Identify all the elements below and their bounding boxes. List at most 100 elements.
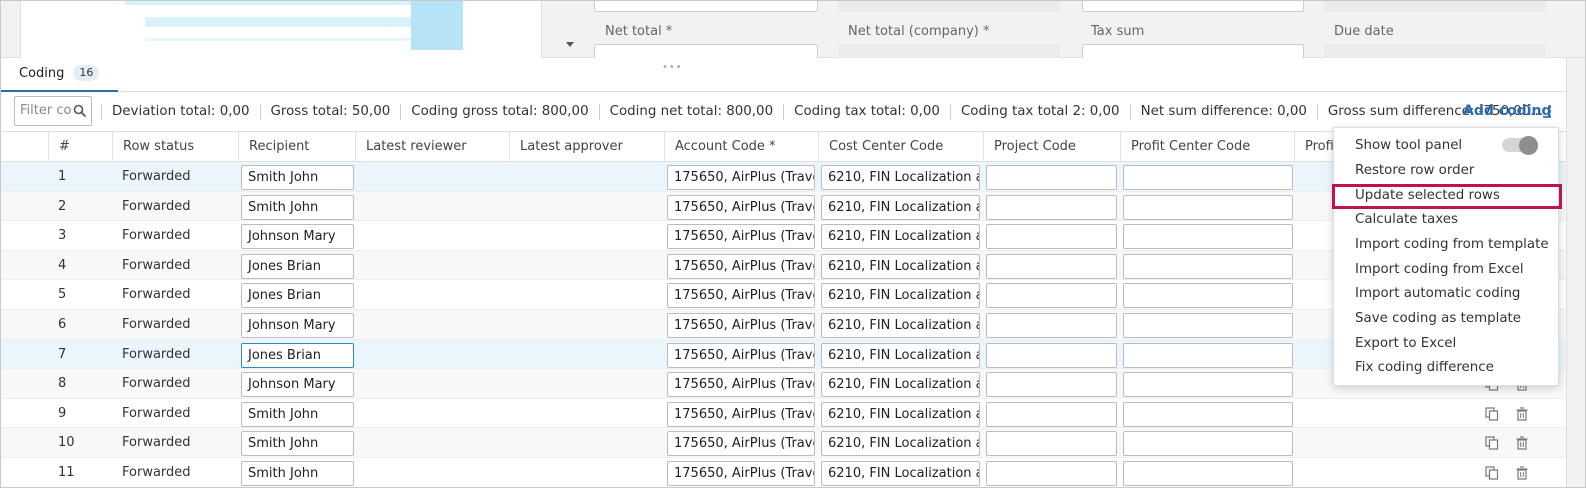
menu-item-update-selected-rows[interactable]: Update selected rows [1332,184,1562,209]
chevron-down-icon[interactable] [566,42,574,47]
table-row[interactable]: 4 Forwarded Jones Brian 175650, AirPlus (Tr… [0,250,1566,281]
table-row[interactable]: 7 Forwarded Jones Brian 175650, AirPlus (Tr… [0,339,1566,370]
profit-center-code-field[interactable] [1123,401,1293,427]
cost-center-code-field[interactable]: 6210, FIN Localization a... [821,224,980,250]
header-latest-reviewer[interactable]: Latest reviewer [355,132,509,162]
tool-panel-toggle[interactable] [1502,136,1538,155]
recipient-field[interactable]: Johnson Mary [241,224,354,250]
trash-icon[interactable] [1515,466,1529,480]
table-row[interactable]: 3 Forwarded Johnson Mary 175650, AirPlus (T… [0,221,1566,251]
header-profit-center-code[interactable]: Profit Center Code [1120,132,1294,162]
cost-center-code-field[interactable]: 6210, FIN Localization a... [821,283,980,309]
cost-center-code-field[interactable]: 6210, FIN Localization a... [821,372,980,398]
table-row[interactable]: 9 Forwarded Smith John 175650, AirPlus (Tra… [0,399,1566,429]
account-code-field[interactable]: 175650, AirPlus (Trave... [667,401,815,427]
table-row[interactable]: 6 Forwarded Johnson Mary 175650, AirPlus (T… [0,310,1566,340]
profit-center-code-field[interactable] [1123,431,1293,457]
table-row[interactable]: 8 Forwarded Johnson Mary 175650, AirPlus (T… [0,369,1566,399]
header-project-code[interactable]: Project Code [983,132,1120,162]
menu-item-import-coding-from-excel[interactable]: Import coding from Excel [1334,258,1560,283]
profit-center-code-field[interactable] [1123,253,1293,279]
recipient-field[interactable]: Jones Brian [241,342,354,368]
cost-center-code-field[interactable]: 6210, FIN Localization a... [821,165,980,190]
field-input[interactable] [594,0,818,12]
menu-item-import-coding-from-template[interactable]: Import coding from template [1334,233,1560,258]
project-code-field[interactable] [986,342,1117,368]
account-code-field[interactable]: 175650, AirPlus (Trave... [667,194,815,220]
menu-item-import-automatic-coding[interactable]: Import automatic coding [1334,282,1560,307]
profit-center-code-field[interactable] [1123,313,1293,338]
account-code-field[interactable]: 175650, AirPlus (Trave... [667,372,815,398]
recipient-field[interactable]: Smith John [241,194,354,220]
account-code-field[interactable]: 175650, AirPlus (Trave... [667,313,815,338]
project-code-field[interactable] [986,283,1117,309]
cost-center-code-field[interactable]: 6210, FIN Localization a... [821,194,980,220]
recipient-field[interactable]: Smith John [241,165,354,190]
trash-icon[interactable] [1515,436,1529,450]
table-row[interactable]: 11 Forwarded Smith John 175650, AirPlus (Tr… [0,458,1566,488]
recipient-field[interactable]: Johnson Mary [241,372,354,398]
header-recipient[interactable]: Recipient [238,132,355,162]
account-code-field[interactable]: 175650, AirPlus (Trave... [667,224,815,250]
menu-item-save-coding-as-template[interactable]: Save coding as template [1334,307,1560,332]
project-code-field[interactable] [986,224,1117,250]
filter-input[interactable] [20,103,72,118]
recipient-field[interactable]: Jones Brian [241,283,354,309]
table-row[interactable]: 5 Forwarded Jones Brian 175650, AirPlus (Tr… [0,280,1566,310]
trash-icon[interactable] [1515,407,1529,421]
cost-center-code-field[interactable]: 6210, FIN Localization a... [821,342,980,368]
cost-center-code-field[interactable]: 6210, FIN Localization a... [821,431,980,457]
vertical-scrollbar[interactable] [1566,58,1586,488]
project-code-field[interactable] [986,461,1117,486]
resize-handle-icon[interactable]: ••• [662,62,683,73]
header-cost-center-code[interactable]: Cost Center Code [818,132,983,162]
project-code-field[interactable] [986,253,1117,279]
header-row-number[interactable]: # [48,132,112,162]
project-code-field[interactable] [986,194,1117,220]
copy-icon[interactable] [1485,407,1499,421]
project-code-field[interactable] [986,401,1117,427]
profit-center-code-field[interactable] [1123,194,1293,220]
recipient-field[interactable]: Smith John [241,401,354,427]
header-account-code[interactable]: Account Code * [664,132,818,162]
profit-center-code-field[interactable] [1123,224,1293,250]
profit-center-code-field[interactable] [1123,372,1293,398]
filter-box[interactable] [14,96,92,126]
recipient-field[interactable]: Smith John [241,461,354,486]
profit-center-code-field[interactable] [1123,342,1293,368]
cost-center-code-field[interactable]: 6210, FIN Localization a... [821,313,980,338]
project-code-field[interactable] [986,165,1117,190]
menu-item-restore-row-order[interactable]: Restore row order [1334,159,1560,184]
profit-center-code-field[interactable] [1123,461,1293,486]
header-row-status[interactable]: Row status [112,132,238,162]
profit-center-code-field[interactable] [1123,165,1293,190]
header-latest-approver[interactable]: Latest approver [509,132,664,162]
add-coding-button[interactable]: Add coding [1463,103,1551,119]
cost-center-code-field[interactable]: 6210, FIN Localization a... [821,253,980,279]
project-code-field[interactable] [986,372,1117,398]
cost-center-code-field[interactable]: 6210, FIN Localization a... [821,401,980,427]
invoice-image-preview[interactable] [20,0,542,58]
recipient-field[interactable]: Smith John [241,431,354,457]
recipient-field[interactable]: Jones Brian [241,253,354,279]
account-code-field[interactable]: 175650, AirPlus (Trave... [667,461,815,486]
account-code-field[interactable]: 175650, AirPlus (Trave... [667,431,815,457]
account-code-field[interactable]: 175650, AirPlus (Trave... [667,253,815,279]
tab-coding[interactable]: Coding 16 [0,58,118,92]
field-input[interactable] [1082,0,1304,12]
menu-item-fix-coding-difference[interactable]: Fix coding difference [1334,356,1560,381]
account-code-field[interactable]: 175650, AirPlus (Trave... [667,165,815,190]
more-options-icon[interactable] [1545,103,1553,121]
profit-center-code-field[interactable] [1123,283,1293,309]
project-code-field[interactable] [986,313,1117,338]
menu-item-export-to-excel[interactable]: Export to Excel [1334,332,1560,357]
project-code-field[interactable] [986,431,1117,457]
copy-icon[interactable] [1485,436,1499,450]
search-icon[interactable] [73,104,87,118]
recipient-field[interactable]: Johnson Mary [241,313,354,338]
menu-item-calculate-taxes[interactable]: Calculate taxes [1334,208,1560,233]
copy-icon[interactable] [1485,466,1499,480]
account-code-field[interactable]: 175650, AirPlus (Trave... [667,342,815,368]
table-row[interactable]: 10 Forwarded Smith John 175650, AirPlus (Tr… [0,428,1566,458]
account-code-field[interactable]: 175650, AirPlus (Trave... [667,283,815,309]
